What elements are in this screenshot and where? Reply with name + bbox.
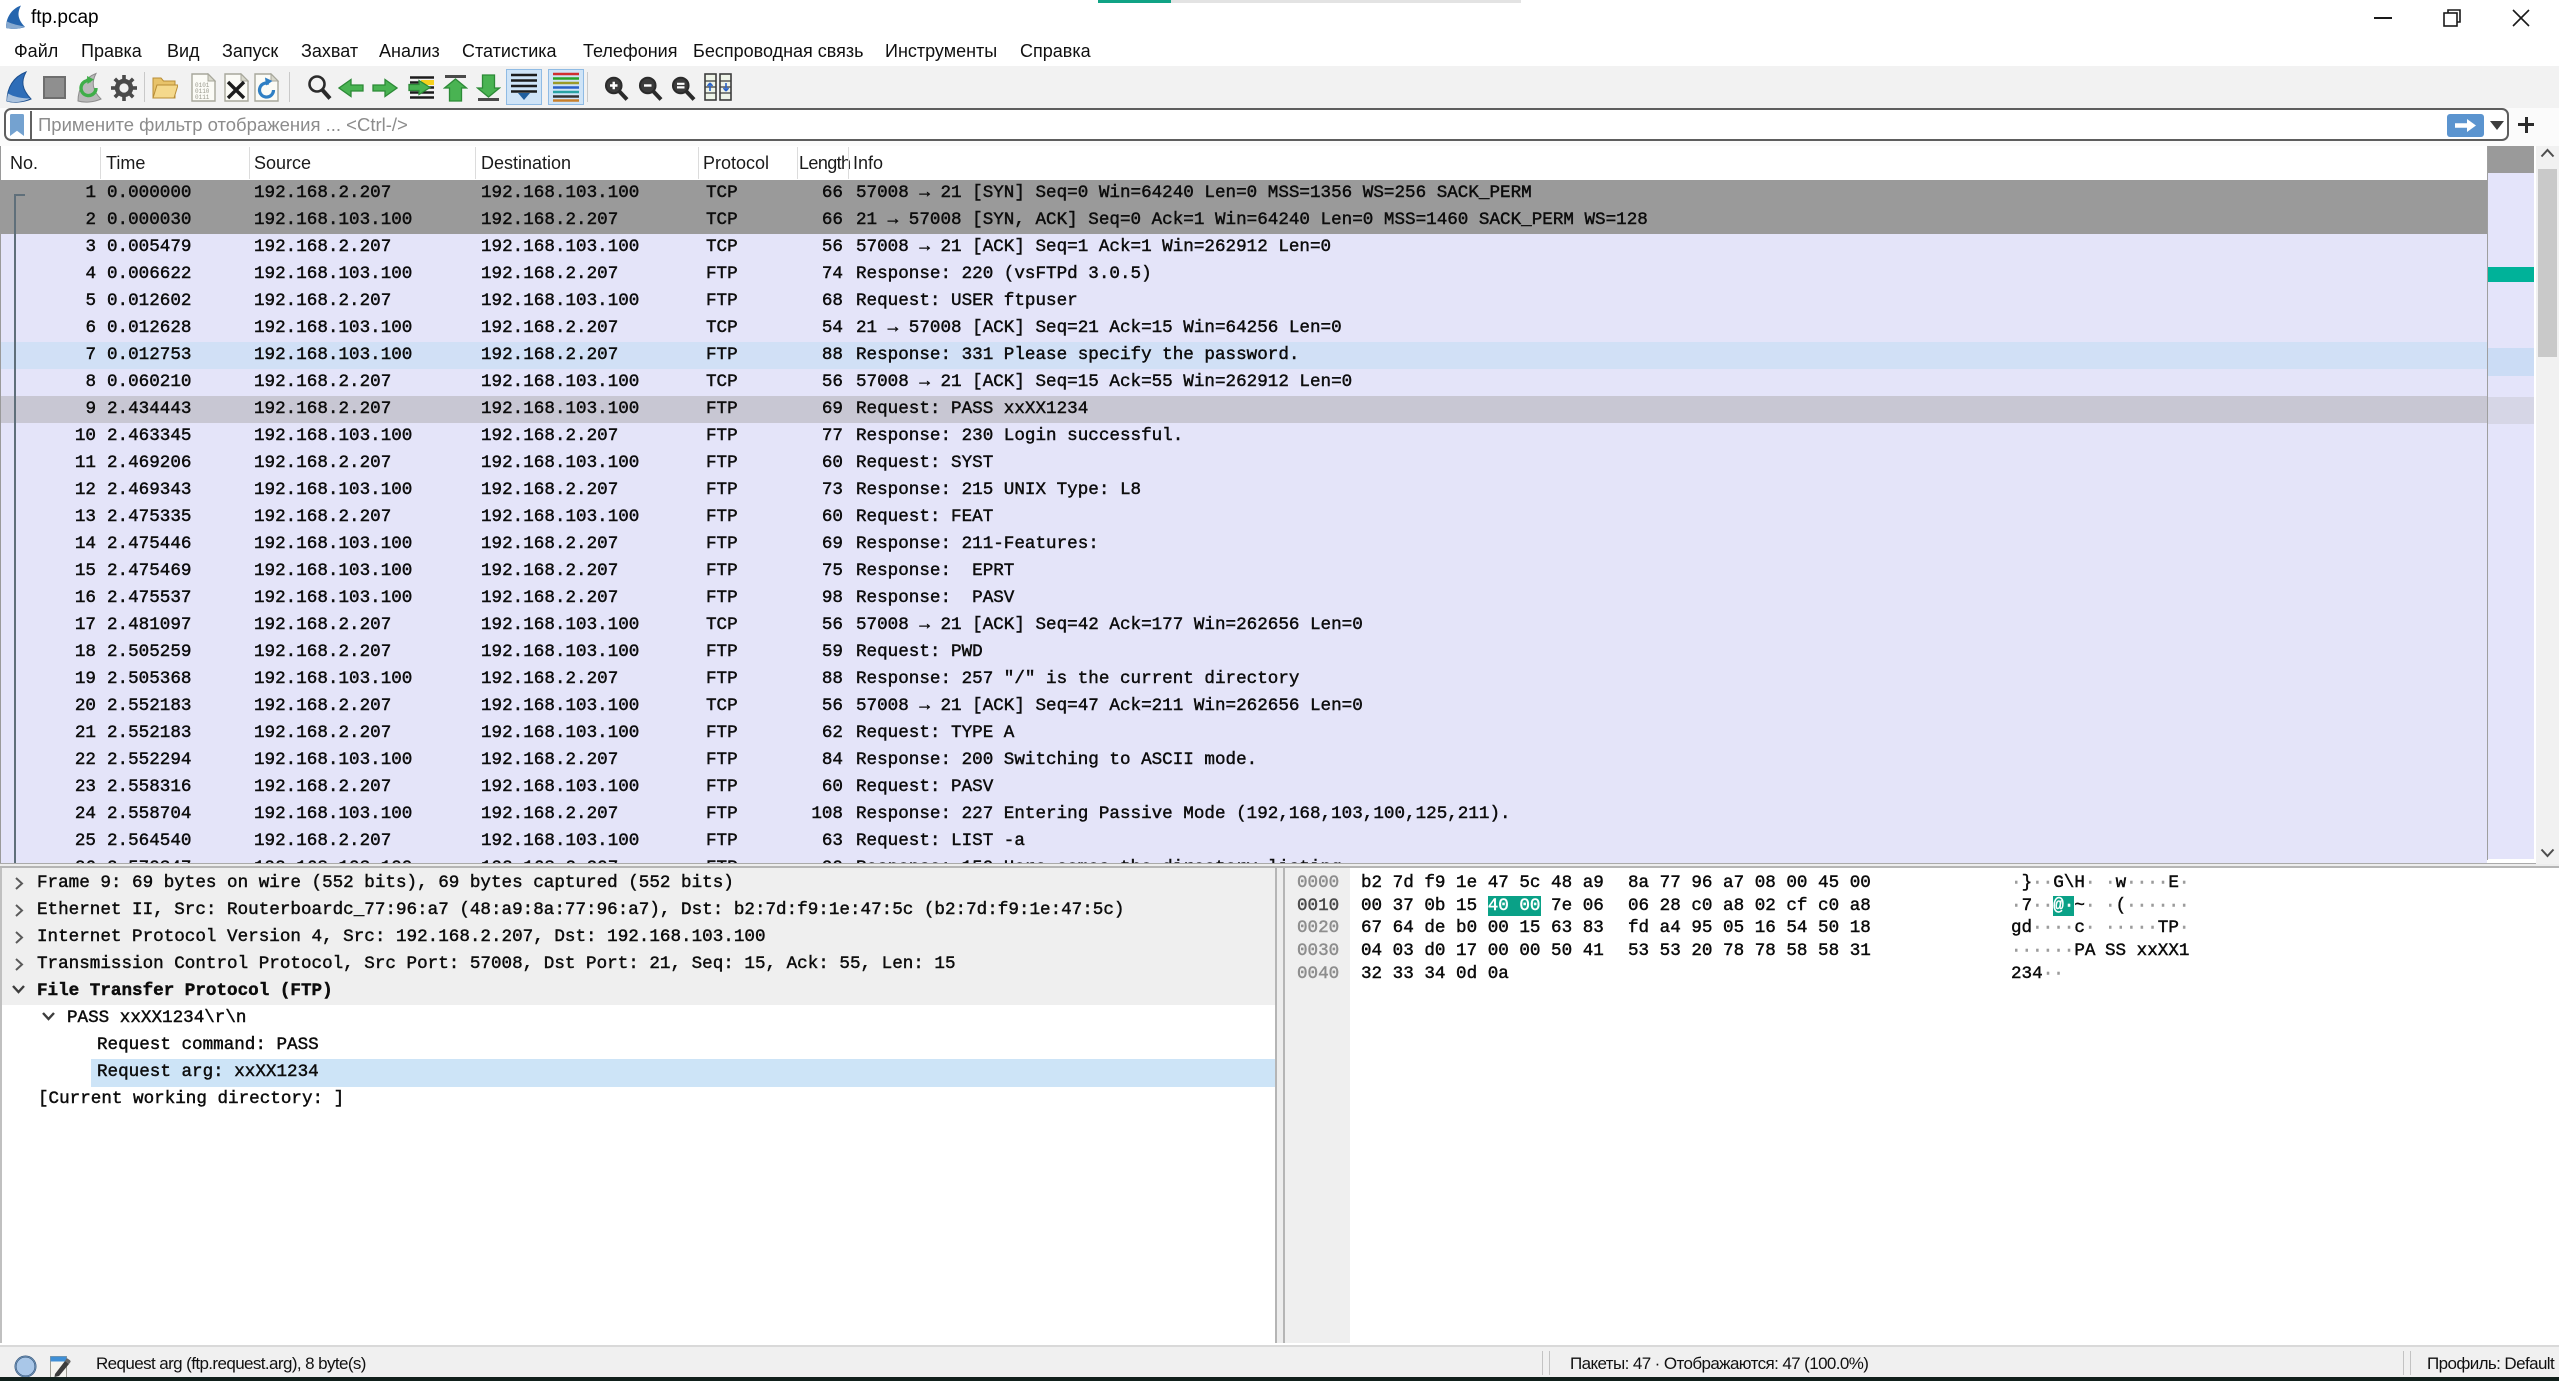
svg-text:0111: 0111 <box>195 94 210 101</box>
